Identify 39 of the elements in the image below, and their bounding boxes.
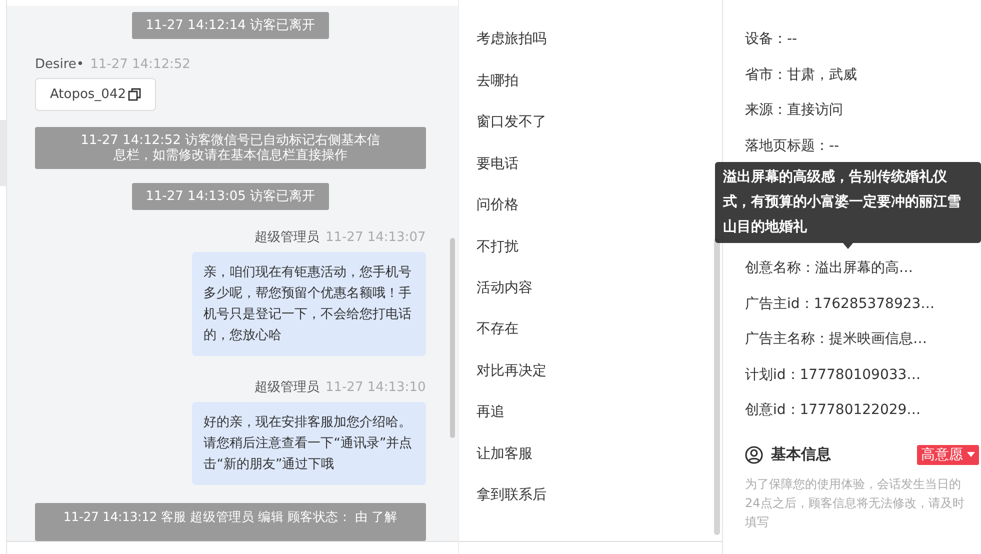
scrollbar-thumb[interactable] <box>714 238 720 535</box>
message-meta: 超级管理员 11-27 14:13:07 <box>253 229 426 246</box>
quick-reply-item[interactable]: 活动内容 <box>476 268 722 310</box>
quick-reply-item[interactable]: 让加客服 <box>476 434 722 475</box>
copy-icon[interactable] <box>128 88 141 101</box>
scrollbar-thumb[interactable] <box>450 238 455 438</box>
quick-reply-item[interactable]: 再追 <box>476 392 722 434</box>
quick-reply-item[interactable]: 窗口发不了 <box>476 102 722 144</box>
info-field: 来源：直接访问 <box>745 102 843 118</box>
system-notice: 11-27 14:12:52 访客微信号已自动标记右侧基本信息栏，如需修改请在基本信息栏直接操作 <box>34 127 426 169</box>
system-notice: 11-27 14:12:14 访客已离开 <box>132 12 330 39</box>
info-field: 计划id：177780109033… <box>745 366 921 382</box>
quick-reply-item[interactable]: 拿到联系后 <box>476 474 722 516</box>
message-bubble: 亲，咱们现在有钜惠活动，您手机号多少呢，帮您预留个优惠名额哦！手机号只是登记一下，不会给您打电话的，您放心哈 <box>192 252 426 356</box>
message-meta: 超级管理员 11-27 14:13:10 <box>253 379 426 396</box>
system-notice: 11-27 14:13:05 访客已离开 <box>132 183 330 210</box>
tooltip-arrow <box>843 243 853 249</box>
wechat-id-card[interactable]: Atopos_042 <box>34 78 156 111</box>
system-notice: 11-27 14:13:12 客服 超级管理员 编辑 顾客状态： 由 了解 <box>34 503 426 541</box>
caret-icon <box>967 452 975 457</box>
tooltip: 溢出屏幕的高级感，告别传统婚礼仪式，有预算的小富婆一定要冲的丽江雪山目的地婚礼 <box>715 162 981 243</box>
info-field: 落地页标题：-- <box>745 138 840 154</box>
quick-reply-item[interactable]: 考虑旅拍吗 <box>476 19 722 61</box>
quick-reply-item[interactable]: 不存在 <box>476 309 722 351</box>
section-title: 基本信息 <box>771 445 832 464</box>
notice-text: 为了保障您的使用体验，会话发生当日的24点之后，顾客信息将无法修改，请及时填写 <box>745 476 966 530</box>
message-meta: Desire• 11-27 14:12:52 <box>34 57 192 72</box>
info-field: 省市：甘肃，武威 <box>745 66 857 82</box>
quick-reply-item[interactable]: 去哪拍 <box>476 61 722 102</box>
info-field: 设备：-- <box>745 31 798 47</box>
user-icon <box>745 446 763 464</box>
intent-dropdown[interactable]: 高意愿 <box>917 444 979 464</box>
info-field: 广告主id：176285378923… <box>745 296 935 312</box>
message-input[interactable] <box>6 541 458 554</box>
quick-reply-item[interactable]: 对比再决定 <box>476 350 722 392</box>
info-field: 广告主名称：提米映画信息… <box>745 331 927 347</box>
info-field: 创意id：177780122029… <box>745 402 921 418</box>
info-field: 创意名称：溢出屏幕的高… <box>745 260 913 276</box>
message-bubble: 好的亲，现在安排客服加您介绍哈。请您稍后注意查看一下“通讯录”并点击“新的朋友”通过下哦 <box>192 402 426 485</box>
